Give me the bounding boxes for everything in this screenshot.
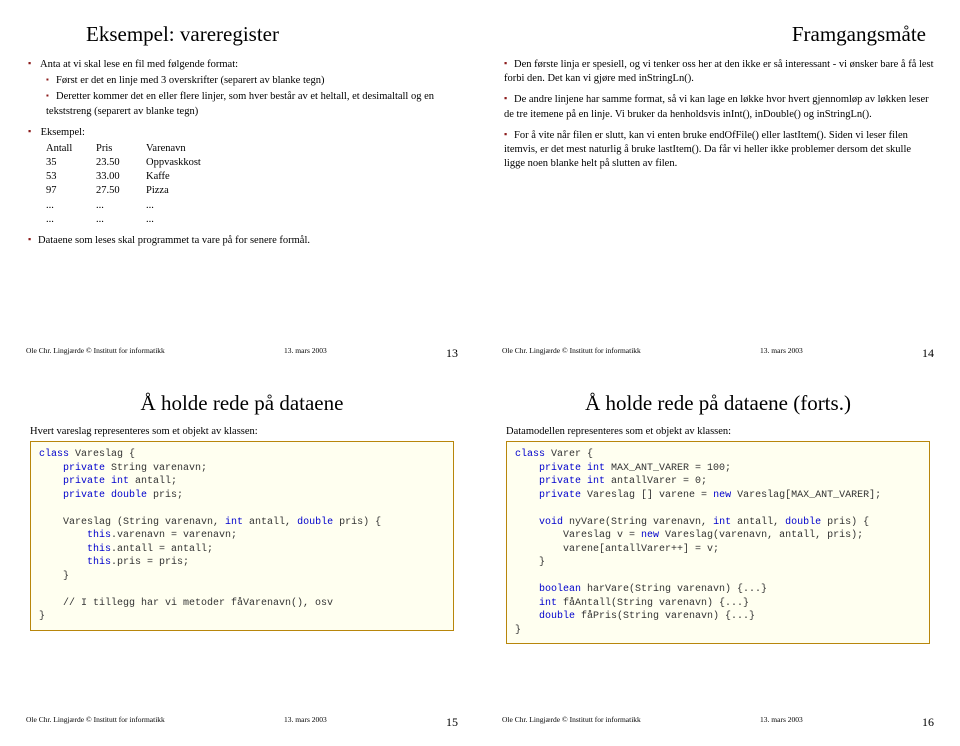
footer-author: Ole Chr. Lingjærde © Institutt for infor… [502,346,641,361]
bullet: Eksempel: AntallPrisVarenavn 3523.50Oppv… [28,125,458,227]
bullet: Anta at vi skal lese en fil med følgende… [28,57,458,119]
th: Antall [46,142,96,156]
slide-content: Anta at vi skal lese en fil med følgende… [26,57,458,248]
sub-bullet: Først er det en linje med 3 overskrifter… [46,74,458,88]
footer-date: 13. mars 2003 [284,346,327,361]
bullet-text: Eksempel: [41,127,85,138]
td: ... [96,199,146,213]
td: ... [146,213,266,227]
td: ... [146,199,266,213]
bullet: Dataene som leses skal programmet ta var… [28,233,458,248]
table-row: 9727.50Pizza [46,184,458,198]
slide-content: Den første linja er spesiell, og vi tenk… [502,57,934,171]
sub-bullet-text: Deretter kommer det en eller flere linje… [46,91,434,116]
slide-title: Å holde rede på dataene [26,391,458,416]
slide-footer: Ole Chr. Lingjærde © Institutt for infor… [26,715,458,730]
slide-13: Eksempel: vareregister Anta at vi skal l… [12,12,472,365]
th: Varenavn [146,142,266,156]
bullet: For å vite når filen er slutt, kan vi en… [504,128,934,172]
footer-author: Ole Chr. Lingjærde © Institutt for infor… [26,715,165,730]
td: 27.50 [96,184,146,198]
td: 23.50 [96,156,146,170]
td: 97 [46,184,96,198]
slide-footer: Ole Chr. Lingjærde © Institutt for infor… [26,346,458,361]
bullet-text: Anta at vi skal lese en fil med følgende… [40,59,238,70]
slide-footer: Ole Chr. Lingjærde © Institutt for infor… [502,715,934,730]
td: 53 [46,170,96,184]
td: ... [46,199,96,213]
slide-intro: Datamodellen representeres som et objekt… [506,426,934,437]
bullet: De andre linjene har samme format, så vi… [504,92,934,121]
bullet: Den første linja er spesiell, og vi tenk… [504,57,934,86]
slide-intro: Hvert vareslag representeres som et obje… [30,426,458,437]
slide-footer: Ole Chr. Lingjærde © Institutt for infor… [502,346,934,361]
code-block: class Vareslag { private String varenavn… [30,441,454,631]
footer-author: Ole Chr. Lingjærde © Institutt for infor… [502,715,641,730]
footer-date: 13. mars 2003 [760,346,803,361]
td: Oppvaskkost [146,156,266,170]
slide-15: Å holde rede på dataene Hvert vareslag r… [12,381,472,734]
example-table: AntallPrisVarenavn 3523.50Oppvaskkost 53… [28,142,458,227]
slide-16: Å holde rede på dataene (forts.) Datamod… [488,381,948,734]
bullet-text: For å vite når filen er slutt, kan vi en… [504,130,911,169]
td: ... [96,213,146,227]
footer-author: Ole Chr. Lingjærde © Institutt for infor… [26,346,165,361]
page-number: 16 [922,715,934,730]
slide-title: Å holde rede på dataene (forts.) [502,391,934,416]
td: 35 [46,156,96,170]
bullet-text: De andre linjene har samme format, så vi… [504,94,929,119]
footer-date: 13. mars 2003 [760,715,803,730]
table-header: AntallPrisVarenavn [46,142,458,156]
td: 33.00 [96,170,146,184]
sub-bullet-text: Først er det en linje med 3 overskrifter… [56,75,325,86]
footer-date: 13. mars 2003 [284,715,327,730]
td: Kaffe [146,170,266,184]
slide-14: Framgangsmåte Den første linja er spesie… [488,12,948,365]
bullet-text: Dataene som leses skal programmet ta var… [38,235,310,246]
page-number: 13 [446,346,458,361]
table-row: ......... [46,213,458,227]
table-row: ......... [46,199,458,213]
code-block: class Varer { private int MAX_ANT_VARER … [506,441,930,644]
bullet-text: Den første linja er spesiell, og vi tenk… [504,59,934,84]
th: Pris [96,142,146,156]
table-row: 3523.50Oppvaskkost [46,156,458,170]
page-number: 15 [446,715,458,730]
sub-bullet: Deretter kommer det en eller flere linje… [46,90,458,118]
page-number: 14 [922,346,934,361]
td: Pizza [146,184,266,198]
slide-title: Framgangsmåte [502,22,934,47]
table-row: 5333.00Kaffe [46,170,458,184]
td: ... [46,213,96,227]
slide-title: Eksempel: vareregister [86,22,458,47]
